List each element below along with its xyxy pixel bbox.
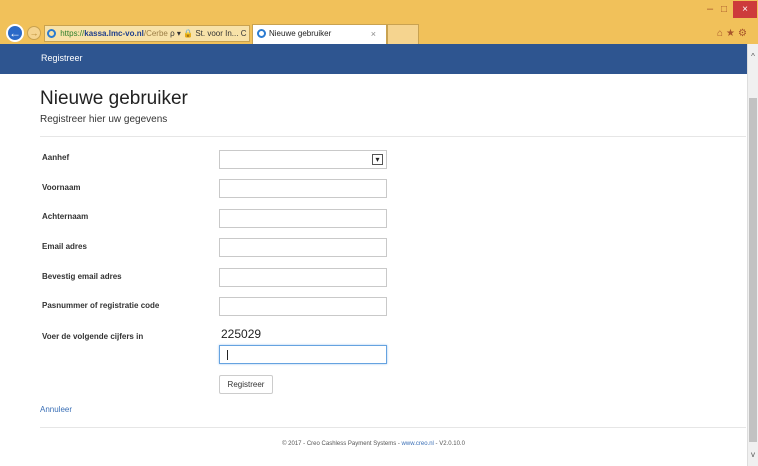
footer-divider [40,427,746,428]
pasnummer-input[interactable] [219,297,387,316]
cancel-link[interactable]: Annuleer [40,405,72,414]
refresh-icon[interactable]: C [241,29,247,38]
register-button[interactable]: Registreer [219,375,273,394]
scroll-thumb[interactable] [749,98,757,442]
header-divider [40,136,746,137]
scroll-up-icon[interactable]: ^ [748,52,758,62]
maximize-icon[interactable]: □ [717,4,731,16]
footer-version: - V2.0.10.0 [433,441,465,447]
text-caret [227,350,228,360]
browser-chrome: ← → https://kassa.lmc-vo.nl/Cerbe ρ ▾ 🔒 … [0,0,758,44]
confirm-email-label: Bevestig email adres [42,272,122,281]
voornaam-input[interactable] [219,179,387,198]
url-path: /Cerbe [143,29,168,38]
url-protocol: https:// [60,29,85,38]
achternaam-input[interactable] [219,209,387,228]
footer-text: © 2017 - Creo Cashless Payment Systems - [282,441,402,447]
voornaam-label: Voornaam [42,183,81,192]
chevron-down-icon[interactable]: ▾ [372,154,383,165]
browser-tab[interactable]: Nieuwe gebruiker × [252,24,387,44]
aanhef-select[interactable]: ▾ [219,150,387,169]
captcha-input[interactable] [219,345,387,364]
ie-icon [47,29,56,39]
pasnummer-label: Pasnummer of registratie code [42,301,160,310]
lock-icon: 🔒 [183,29,194,38]
captcha-label: Voer de volgende cijfers in [42,332,144,341]
footer-link[interactable]: www.creo.nl [402,441,434,447]
tab-close-icon[interactable]: × [371,25,376,43]
email-input[interactable] [219,238,387,257]
page-subtitle: Registreer hier uw gegevens [40,114,168,125]
vertical-scrollbar[interactable]: ^ v [747,44,758,466]
minimize-icon[interactable]: – [703,4,717,16]
back-arrow-icon[interactable]: ← [6,24,24,42]
toolbar-home-favorites-settings-icons[interactable]: ⌂★⚙ [717,28,757,40]
dropdown-icon[interactable]: ▾ [177,29,181,38]
search-icon[interactable]: ρ [170,29,175,38]
scroll-down-icon[interactable]: v [748,450,758,460]
captcha-code: 225029 [221,327,262,341]
email-label: Email adres [42,242,87,251]
page-title: Nieuwe gebruiker [40,88,188,109]
url-host: kassa.lmc-vo.nl [84,29,144,38]
site-identity[interactable]: St. voor In... [195,29,238,38]
footer: © 2017 - Creo Cashless Payment Systems -… [0,441,747,447]
aanhef-label: Aanhef [42,153,70,162]
forward-arrow-icon[interactable]: → [27,26,41,40]
navbar-brand-link[interactable]: Registreer [41,53,83,63]
new-tab-button[interactable] [387,24,419,44]
tab-favicon-icon [257,29,266,39]
address-bar[interactable]: https://kassa.lmc-vo.nl/Cerbe ρ ▾ 🔒 St. … [44,25,250,42]
tab-title: Nieuwe gebruiker [269,29,332,38]
close-window-icon[interactable]: × [733,1,757,18]
achternaam-label: Achternaam [42,212,89,221]
confirm-email-input[interactable] [219,268,387,287]
app-navbar: Registreer [0,44,747,74]
